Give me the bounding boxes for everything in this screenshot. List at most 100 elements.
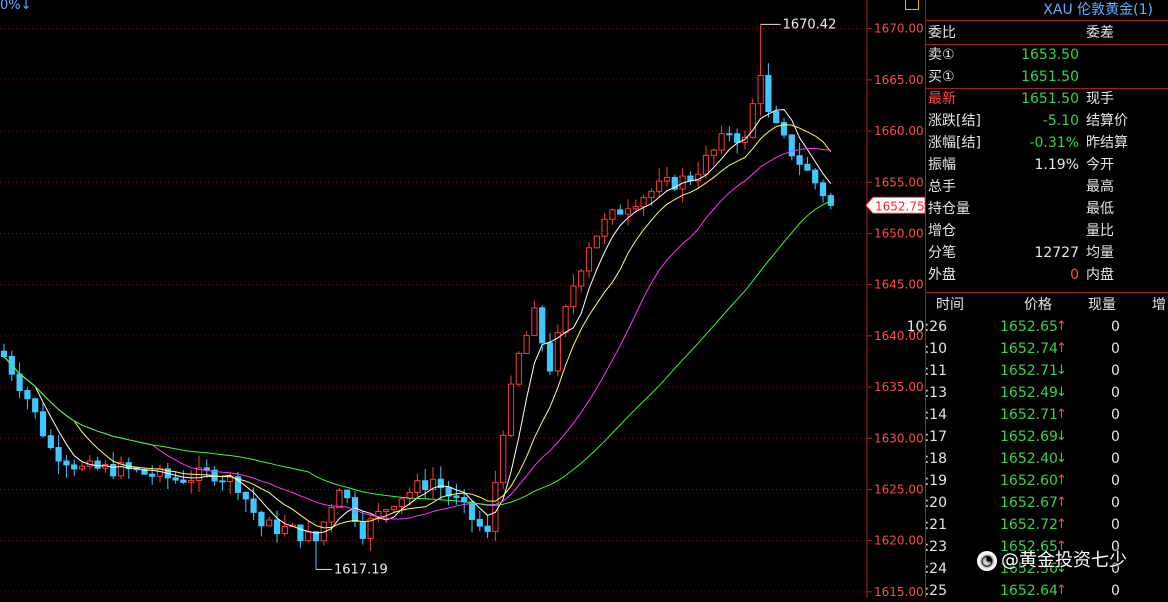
tick-arrow: ↑ bbox=[1056, 341, 1067, 356]
tick-row[interactable]: 10:26 1652.65 ↑ 0 bbox=[907, 316, 1168, 338]
quote-label: 总手 bbox=[928, 179, 956, 195]
quote-value: 1653.50 bbox=[1021, 47, 1079, 63]
quote-label: 委比 bbox=[928, 25, 956, 41]
tick-row[interactable]: :13 1652.49 ↓ 0 bbox=[924, 382, 1168, 404]
candle-body bbox=[0, 350, 8, 357]
quote-label: 涨幅[结] bbox=[928, 135, 981, 151]
panel-divider bbox=[926, 20, 1168, 21]
quote-label-secondary: 委差 bbox=[1086, 25, 1114, 41]
tick-price: 1652.71 bbox=[1000, 407, 1058, 423]
quote-label: 分笔 bbox=[928, 245, 956, 261]
candle-body bbox=[484, 525, 491, 532]
quote-row: 分笔 12727 均量 bbox=[926, 242, 1168, 264]
tick-row[interactable]: :18 1652.40 ↓ 0 bbox=[924, 448, 1168, 470]
candle-body bbox=[344, 489, 351, 499]
weibo-icon: ◔ bbox=[977, 551, 997, 571]
quote-row: 振幅 1.19% 今开 bbox=[926, 154, 1168, 176]
quote-label: 卖① bbox=[928, 47, 955, 63]
candle-body bbox=[718, 133, 725, 151]
candle-body bbox=[617, 209, 624, 215]
tick-price: 1652.67 bbox=[1000, 495, 1058, 511]
watermark-text: @黄金投资七少 bbox=[1001, 550, 1127, 571]
candle-body bbox=[180, 479, 187, 483]
quote-row: 总手 最高 bbox=[926, 176, 1168, 198]
candle-body bbox=[476, 518, 483, 527]
tick-volume: 0 bbox=[1111, 341, 1120, 357]
candle-body bbox=[273, 519, 281, 535]
tick-header-price: 价格 bbox=[1024, 297, 1052, 313]
candle-body bbox=[757, 75, 764, 105]
price-axis-label: 1665.00 bbox=[874, 73, 924, 87]
quote-value: 1651.50 bbox=[1021, 69, 1079, 85]
candle-body bbox=[523, 334, 530, 354]
candle-body bbox=[788, 134, 795, 157]
quote-row: 买① 1651.50 bbox=[926, 66, 1168, 88]
candle-body bbox=[250, 498, 257, 513]
quote-value: -0.31% bbox=[1029, 135, 1079, 151]
candle-body bbox=[328, 507, 335, 523]
kline-chart-area[interactable]: 0%↓ 1670.00 1665.00 1660.00 1655.00 1650.00 1… bbox=[0, 0, 925, 598]
tick-arrow: ↓ bbox=[1056, 363, 1067, 378]
quote-value: 0 bbox=[1070, 267, 1079, 283]
candle-body bbox=[819, 182, 827, 197]
quote-row: 增仓 量比 bbox=[926, 220, 1168, 242]
current-price-label: 1652.75 bbox=[875, 199, 925, 213]
candle-body bbox=[359, 520, 366, 539]
quote-row: 外盘 0 内盘 bbox=[926, 264, 1168, 286]
candle-body bbox=[414, 480, 421, 493]
quote-row: 最新 1651.50 现手 bbox=[926, 88, 1168, 110]
candle-body bbox=[63, 460, 70, 466]
price-axis-label: 1650.00 bbox=[874, 226, 924, 240]
quote-label-secondary: 最高 bbox=[1086, 179, 1114, 195]
quote-label: 涨跌[结] bbox=[928, 113, 981, 129]
candle-body bbox=[609, 209, 616, 220]
tick-price: 1652.74 bbox=[1000, 341, 1058, 357]
candle-body bbox=[804, 163, 811, 171]
candle-body bbox=[24, 390, 31, 400]
quote-label-secondary: 均量 bbox=[1086, 245, 1114, 261]
candle-body bbox=[648, 190, 655, 199]
quote-value: 12727 bbox=[1034, 245, 1079, 261]
tick-row[interactable]: :11 1652.71 ↓ 0 bbox=[924, 360, 1168, 382]
candle-body bbox=[242, 491, 249, 500]
candle-body bbox=[640, 197, 647, 208]
candle-body bbox=[367, 518, 374, 539]
tick-row[interactable]: :25 1652.64 ↑ 0 bbox=[924, 580, 1168, 602]
candle-body bbox=[656, 180, 663, 192]
candle-body bbox=[796, 155, 803, 165]
tick-arrow: ↑ bbox=[1056, 495, 1067, 510]
candlestick-chart[interactable]: 1670.00 1665.00 1660.00 1655.00 1650.00 1645.… bbox=[0, 0, 925, 598]
candle-body bbox=[468, 501, 476, 520]
quote-panel: XAU 伦敦黄金(1) 委比 委差卖① 1653.50 买① 1651.50 最新 1651… bbox=[907, 0, 1168, 599]
tick-arrow: ↑ bbox=[1056, 319, 1067, 334]
tick-time: 10:26 bbox=[906, 319, 947, 335]
candle-body bbox=[266, 519, 273, 527]
candle-body bbox=[492, 482, 499, 532]
candle-body bbox=[47, 435, 54, 449]
tick-row[interactable]: :20 1652.67 ↑ 0 bbox=[924, 492, 1168, 514]
tick-row[interactable]: :10 1652.74 ↑ 0 bbox=[924, 338, 1168, 360]
tick-time: :10 bbox=[924, 341, 947, 357]
candle-body bbox=[219, 480, 226, 483]
candle-body bbox=[546, 342, 554, 372]
tick-volume: 0 bbox=[1111, 583, 1120, 599]
candle-body bbox=[531, 307, 538, 336]
candle-body bbox=[624, 208, 632, 215]
quote-label-secondary: 结算价 bbox=[1086, 113, 1128, 129]
tick-row[interactable]: :17 1652.69 ↓ 0 bbox=[924, 426, 1168, 448]
candle-body bbox=[515, 352, 522, 385]
candle-body bbox=[55, 447, 62, 462]
candle-body bbox=[827, 195, 834, 206]
tick-arrow: ↓ bbox=[1056, 385, 1067, 400]
quote-row: 持仓量 最低 bbox=[926, 198, 1168, 220]
candle-body bbox=[156, 468, 164, 477]
instrument-title[interactable]: XAU 伦敦黄金(1) bbox=[926, 0, 1168, 20]
candle-body bbox=[702, 154, 710, 175]
tick-row[interactable]: :21 1652.72 ↑ 0 bbox=[924, 514, 1168, 536]
quote-label-secondary: 内盘 bbox=[1086, 267, 1114, 283]
quote-label-secondary: 今开 bbox=[1086, 157, 1114, 173]
tick-time: :21 bbox=[924, 517, 947, 533]
tick-row[interactable]: :19 1652.60 ↑ 0 bbox=[924, 470, 1168, 492]
quote-row: 卖① 1653.50 bbox=[926, 44, 1168, 66]
tick-row[interactable]: :14 1652.71 ↑ 0 bbox=[924, 404, 1168, 426]
